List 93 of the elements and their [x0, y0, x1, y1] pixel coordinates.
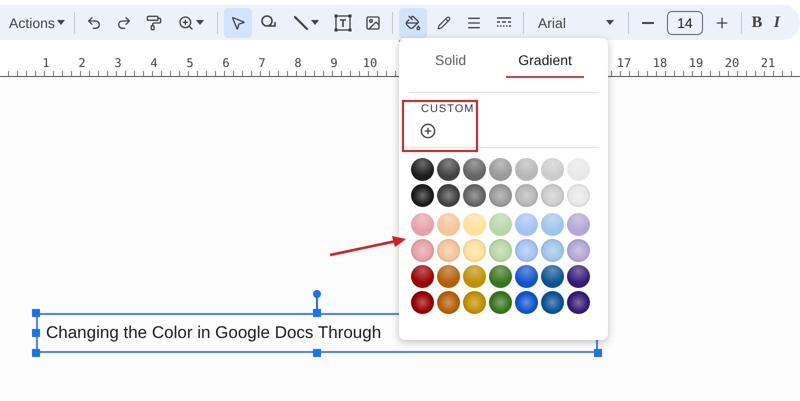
ruler-number: 10: [362, 56, 378, 72]
color-swatch[interactable]: [411, 239, 434, 262]
ruler-number: 6: [221, 56, 231, 72]
color-swatch[interactable]: [463, 213, 486, 236]
color-swatch[interactable]: [489, 158, 512, 181]
ruler-number: 7: [257, 56, 267, 72]
ruler-number: 19: [688, 56, 704, 72]
color-swatch[interactable]: [437, 184, 460, 207]
color-swatch[interactable]: [463, 291, 486, 314]
font-size-field[interactable]: 14: [666, 10, 703, 34]
redo-icon: [116, 14, 132, 30]
color-swatch[interactable]: [567, 239, 590, 262]
ruler-number: 1: [41, 56, 51, 72]
color-swatch[interactable]: [515, 158, 538, 181]
resize-handle[interactable]: [32, 349, 40, 357]
color-swatch[interactable]: [489, 291, 512, 314]
color-swatch[interactable]: [437, 239, 460, 262]
color-swatch[interactable]: [541, 265, 564, 288]
line-icon: [292, 14, 309, 30]
color-swatch[interactable]: [515, 213, 538, 236]
color-swatch[interactable]: [515, 265, 538, 288]
ruler-number: 18: [652, 56, 668, 72]
rotate-handle[interactable]: [313, 290, 321, 298]
color-swatch[interactable]: [567, 213, 590, 236]
resize-handle[interactable]: [32, 309, 40, 317]
lines-icon: [466, 14, 482, 30]
color-swatch[interactable]: [567, 291, 590, 314]
ruler-number: 21: [760, 56, 776, 72]
caret-icon: [606, 20, 614, 25]
actions-menu[interactable]: Actions: [6, 8, 68, 38]
ruler-number: 20: [724, 56, 740, 72]
ruler-number: 9: [329, 56, 339, 72]
color-swatch[interactable]: [411, 265, 434, 288]
color-swatch[interactable]: [489, 213, 512, 236]
color-swatch[interactable]: [541, 184, 564, 207]
resize-handle[interactable]: [313, 309, 321, 317]
color-swatch[interactable]: [437, 158, 460, 181]
minus-icon: [642, 22, 654, 24]
caret-icon: [310, 20, 319, 25]
color-swatch[interactable]: [541, 291, 564, 314]
fill-type-tab[interactable]: Solid: [423, 46, 478, 78]
ruler-number: 17: [616, 56, 632, 72]
fill-color-button[interactable]: [398, 8, 427, 38]
color-swatch[interactable]: [515, 239, 538, 262]
color-swatch[interactable]: [437, 265, 460, 288]
color-swatch[interactable]: [567, 265, 590, 288]
text-box-text: Changing the Color in Google Docs Through: [46, 323, 382, 343]
color-swatch[interactable]: [411, 158, 434, 181]
cursor-icon: [230, 14, 246, 30]
color-swatch[interactable]: [411, 184, 434, 207]
font-dropdown[interactable]: Arial: [530, 8, 622, 38]
color-swatch[interactable]: [515, 184, 538, 207]
color-swatch[interactable]: [437, 213, 460, 236]
bold-button[interactable]: B: [748, 8, 766, 38]
paint-bucket-icon: [404, 14, 421, 30]
resize-handle[interactable]: [32, 329, 40, 337]
undo-icon: [86, 14, 102, 30]
ruler-number: 8: [293, 56, 303, 72]
dashed-lines-icon: [496, 16, 512, 28]
paint-roller-icon: [146, 14, 162, 30]
color-swatch[interactable]: [489, 239, 512, 262]
color-swatch[interactable]: [463, 265, 486, 288]
color-swatch[interactable]: [463, 184, 486, 207]
color-swatch[interactable]: [489, 265, 512, 288]
zoom-icon: [178, 14, 194, 30]
color-swatch[interactable]: [463, 158, 486, 181]
image-icon: [364, 14, 381, 30]
color-swatch[interactable]: [541, 158, 564, 181]
caret-icon: [56, 20, 65, 25]
plus-icon: [714, 14, 730, 30]
pencil-icon: [436, 16, 451, 30]
color-swatch[interactable]: [489, 184, 512, 207]
text-box-icon: [334, 14, 352, 32]
color-swatch[interactable]: [541, 213, 564, 236]
add-custom-color-icon[interactable]: [420, 123, 436, 139]
color-swatch[interactable]: [463, 239, 486, 262]
resize-handle[interactable]: [313, 349, 321, 357]
caret-icon: [196, 20, 204, 25]
ruler-number: 3: [113, 56, 123, 72]
italic-button[interactable]: I: [768, 8, 786, 38]
color-swatch[interactable]: [541, 239, 564, 262]
color-swatch[interactable]: [411, 213, 434, 236]
color-swatch[interactable]: [411, 291, 434, 314]
resize-handle[interactable]: [594, 349, 602, 357]
ruler-number: 2: [77, 56, 87, 72]
color-swatch[interactable]: [515, 291, 538, 314]
select-tool-button[interactable]: [224, 8, 252, 38]
fill-type-tab[interactable]: Gradient: [506, 46, 584, 78]
color-swatch[interactable]: [567, 184, 590, 207]
color-swatch[interactable]: [437, 291, 460, 314]
ruler-number: 5: [185, 56, 195, 72]
ruler-number: 4: [149, 56, 159, 72]
custom-label: CUSTOM: [420, 103, 476, 115]
